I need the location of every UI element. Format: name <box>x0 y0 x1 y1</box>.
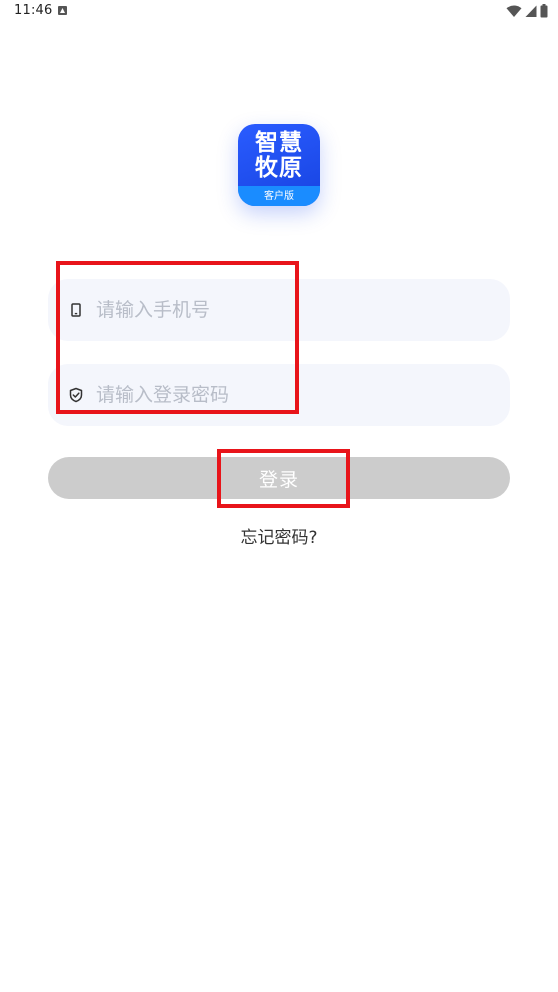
phone-input-row[interactable] <box>48 279 510 341</box>
logo-title-line1: 智慧 <box>255 130 303 156</box>
a-letter-notification-icon <box>58 6 67 15</box>
shield-check-icon <box>69 387 83 403</box>
app-logo: 智慧 牧原 客户版 <box>238 124 320 206</box>
logo-subtitle: 客户版 <box>264 191 294 202</box>
login-button[interactable]: 登录 <box>48 457 510 499</box>
status-bar: 11:46 <box>0 0 558 24</box>
status-time: 11:46 <box>14 3 53 18</box>
password-input-row[interactable] <box>48 364 510 426</box>
phone-input[interactable] <box>96 290 486 330</box>
cell-signal-icon <box>525 5 537 17</box>
battery-icon <box>540 4 548 18</box>
status-icons <box>506 4 548 18</box>
logo-title-line2: 牧原 <box>255 155 303 181</box>
password-input[interactable] <box>96 375 486 415</box>
wifi-icon <box>506 5 522 17</box>
forgot-password-link[interactable]: 忘记密码? <box>0 523 558 548</box>
phone-icon <box>71 303 81 317</box>
